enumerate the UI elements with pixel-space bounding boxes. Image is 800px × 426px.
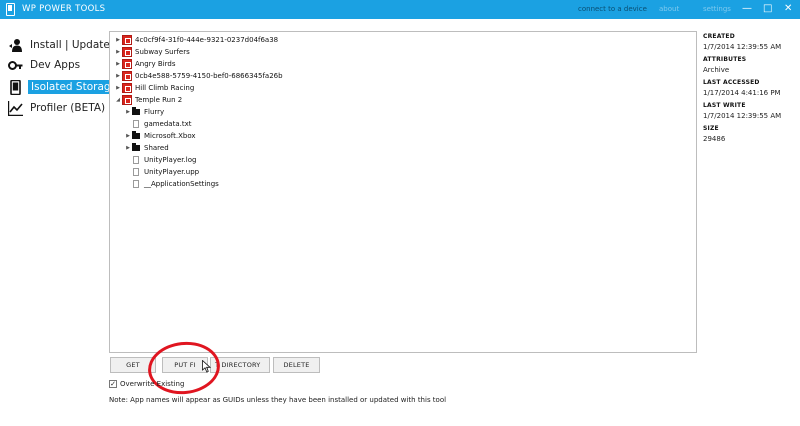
- overwrite-existing-checkbox[interactable]: ✓: [109, 380, 117, 388]
- app-icon: [122, 35, 132, 45]
- tree-node-label: UnityPlayer.log: [144, 156, 197, 164]
- file-icon: [133, 156, 139, 164]
- about-link[interactable]: about: [659, 5, 679, 13]
- expand-arrow-icon[interactable]: ▶: [114, 37, 122, 43]
- attributes-value: Archive: [703, 66, 730, 74]
- tree-app-node[interactable]: ▶ 4c0cf9f4-31f0-444e-9321-0237d04f6a38: [114, 34, 278, 46]
- expand-arrow-icon[interactable]: ▶: [114, 61, 122, 67]
- app-icon: [122, 47, 132, 57]
- created-value: 1/7/2014 12:39:55 AM: [703, 43, 782, 51]
- collapse-arrow-icon[interactable]: ◢: [114, 97, 122, 103]
- delete-button[interactable]: DELETE: [273, 357, 320, 373]
- app-icon: [122, 71, 132, 81]
- tree-node-label: Flurry: [144, 108, 165, 116]
- overwrite-existing-label: Overwrite Existing: [120, 380, 185, 388]
- folder-icon: [132, 131, 140, 139]
- sidebar-item-dev-apps[interactable]: Dev Apps: [8, 56, 104, 74]
- size-label: SIZE: [703, 125, 719, 132]
- file-icon: [133, 120, 139, 128]
- tree-node-label: Shared: [144, 144, 169, 152]
- tree-node-label: __ApplicationSettings: [144, 180, 219, 188]
- settings-link[interactable]: settings: [703, 5, 731, 13]
- tree-node-label: Hill Climb Racing: [135, 84, 195, 92]
- tree-app-node-expanded[interactable]: ◢ Temple Run 2: [114, 94, 182, 106]
- last-accessed-value: 1/17/2014 4:41:16 PM: [703, 89, 781, 97]
- app-icon: [122, 95, 132, 105]
- created-label: CREATED: [703, 33, 735, 40]
- minimize-button[interactable]: —: [742, 2, 752, 16]
- expand-arrow-icon[interactable]: ▶: [124, 109, 132, 115]
- folder-icon: [132, 143, 140, 151]
- file-icon: [133, 180, 139, 188]
- attributes-label: ATTRIBUTES: [703, 56, 747, 63]
- app-title: WP POWER TOOLS: [22, 4, 106, 14]
- last-write-value: 1/7/2014 12:39:55 AM: [703, 112, 782, 120]
- expand-arrow-icon[interactable]: ▶: [124, 145, 132, 151]
- tree-node-label: 4c0cf9f4-31f0-444e-9321-0237d04f6a38: [135, 36, 279, 44]
- tree-file-node[interactable]: gamedata.txt: [124, 118, 191, 130]
- sidebar-item-isolated-storage[interactable]: Isolated Storage: [8, 78, 121, 96]
- folder-icon: [132, 107, 140, 115]
- last-accessed-label: LAST ACCESSED: [703, 79, 760, 86]
- title-bar: WP POWER TOOLS connect to a device about…: [0, 0, 800, 19]
- tree-folder-node[interactable]: ▶ Microsoft.Xbox: [124, 130, 196, 142]
- tree-file-node[interactable]: __ApplicationSettings: [124, 178, 219, 190]
- chart-icon: [7, 100, 23, 116]
- last-write-label: LAST WRITE: [703, 102, 746, 109]
- app-icon: [122, 59, 132, 69]
- tree-file-node[interactable]: UnityPlayer.upp: [124, 166, 199, 178]
- tree-node-label: Temple Run 2: [135, 96, 183, 104]
- maximize-button[interactable]: □: [763, 2, 772, 16]
- size-value: 29486: [703, 135, 726, 143]
- tree-node-label: gamedata.txt: [144, 120, 192, 128]
- sidebar-item-profiler[interactable]: Profiler (BETA): [7, 99, 106, 117]
- tree-node-label: Subway Surfers: [135, 48, 190, 56]
- sidebar-item-install-update[interactable]: Install | Update: [8, 36, 110, 54]
- sidebar-item-label: Dev Apps: [30, 59, 81, 71]
- file-icon: [133, 168, 139, 176]
- tree-app-node[interactable]: ▶ 0cb4e588-5759-4150-bef0-6866345fa26b: [114, 70, 283, 82]
- tree-app-node[interactable]: ▶ Subway Surfers: [114, 46, 190, 58]
- tree-folder-node[interactable]: ▶ Flurry: [124, 106, 164, 118]
- tree-app-node[interactable]: ▶ Angry Birds: [114, 58, 176, 70]
- tree-file-node[interactable]: UnityPlayer.log: [124, 154, 196, 166]
- close-button[interactable]: ✕: [784, 2, 792, 16]
- sidebar-item-label: Profiler (BETA): [30, 102, 106, 114]
- expand-arrow-icon[interactable]: ▶: [114, 73, 122, 79]
- tree-node-label: Microsoft.Xbox: [144, 132, 196, 140]
- phone-app-icon: [6, 3, 15, 16]
- tree-app-node[interactable]: ▶ Hill Climb Racing: [114, 82, 194, 94]
- app-icon: [122, 83, 132, 93]
- key-icon: [8, 58, 23, 73]
- isolated-storage-tree[interactable]: ▶ 4c0cf9f4-31f0-444e-9321-0237d04f6a38 ▶…: [109, 31, 697, 353]
- person-icon: [8, 38, 23, 53]
- sidebar-item-label: Isolated Storage: [28, 80, 121, 94]
- expand-arrow-icon[interactable]: ▶: [114, 85, 122, 91]
- sidebar-item-label: Install | Update: [30, 39, 110, 51]
- guid-note: Note: App names will appear as GUIDs unl…: [109, 396, 447, 404]
- file-info-panel: CREATED 1/7/2014 12:39:55 AM ATTRIBUTES …: [703, 33, 795, 143]
- tree-node-label: UnityPlayer.upp: [144, 168, 200, 176]
- tree-node-label: Angry Birds: [135, 60, 176, 68]
- phone-icon: [8, 79, 23, 95]
- tree-folder-node[interactable]: ▶ Shared: [124, 142, 169, 154]
- expand-arrow-icon[interactable]: ▶: [124, 133, 132, 139]
- connect-to-device-link[interactable]: connect to a device: [578, 5, 647, 13]
- tree-node-label: 0cb4e588-5759-4150-bef0-6866345fa26b: [135, 72, 283, 80]
- expand-arrow-icon[interactable]: ▶: [114, 49, 122, 55]
